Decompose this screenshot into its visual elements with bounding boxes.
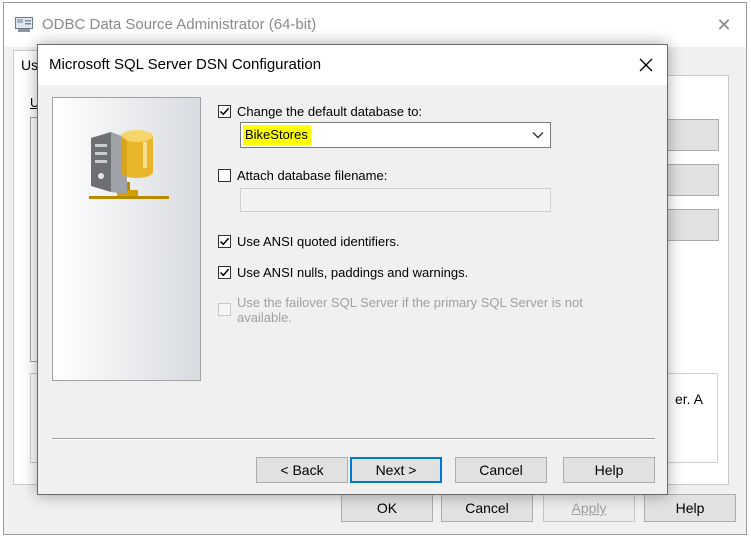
odbc-app-icon	[15, 17, 33, 32]
dialog-title: Microsoft SQL Server DSN Configuration	[49, 56, 322, 73]
ansi-nulls-option[interactable]: Use ANSI nulls, paddings and warnings.	[218, 265, 468, 280]
check-icon	[219, 107, 230, 116]
background-cancel-button[interactable]: Cancel	[441, 494, 533, 522]
sql-server-icon	[89, 130, 169, 199]
help-button[interactable]: Help	[563, 457, 655, 483]
dialog-separator	[52, 438, 655, 440]
cancel-button[interactable]: Cancel	[455, 457, 547, 483]
attach-database-filename-field	[240, 188, 551, 212]
dialog-title-bar: Microsoft SQL Server DSN Configuration	[38, 45, 667, 85]
attach-database-checkbox[interactable]	[218, 169, 231, 182]
close-icon[interactable]	[637, 56, 655, 74]
attach-database-option[interactable]: Attach database filename:	[218, 168, 387, 183]
close-icon[interactable]: ✕	[716, 16, 732, 34]
background-window-title: ODBC Data Source Administrator (64-bit)	[42, 16, 317, 33]
change-database-option[interactable]: Change the default database to:	[218, 104, 422, 119]
ansi-nulls-checkbox[interactable]	[218, 266, 231, 279]
next-button[interactable]: Next >	[350, 457, 442, 483]
ansi-quoted-label: Use ANSI quoted identifiers.	[237, 234, 400, 249]
background-configure-button[interactable]	[667, 209, 719, 241]
database-combobox-value: BikeStores	[243, 125, 311, 145]
background-remove-button[interactable]	[667, 164, 719, 196]
ansi-quoted-checkbox[interactable]	[218, 235, 231, 248]
failover-label: Use the failover SQL Server if the prima…	[237, 295, 583, 325]
apply-label: Apply	[571, 500, 607, 516]
dsn-configuration-dialog: Microsoft SQL Server DSN Configuration C…	[37, 44, 668, 495]
background-add-button[interactable]	[667, 119, 719, 151]
check-icon	[219, 237, 230, 246]
change-database-label: Change the default database to:	[237, 104, 423, 119]
wizard-side-panel	[52, 97, 201, 381]
background-description-text: er. A	[675, 391, 704, 407]
background-help-button[interactable]: Help	[644, 494, 736, 522]
change-database-checkbox[interactable]	[218, 105, 231, 118]
ansi-quoted-option[interactable]: Use ANSI quoted identifiers.	[218, 234, 400, 249]
ansi-nulls-label: Use ANSI nulls, paddings and warnings.	[237, 265, 469, 280]
apply-button[interactable]: Apply	[543, 494, 635, 522]
attach-database-label: Attach database filename:	[237, 168, 388, 183]
back-button[interactable]: < Back	[256, 457, 348, 483]
failover-checkbox	[218, 303, 231, 316]
check-icon	[219, 268, 230, 277]
database-combobox[interactable]: BikeStores	[240, 122, 551, 148]
ok-button[interactable]: OK	[341, 494, 433, 522]
chevron-down-icon[interactable]	[532, 131, 544, 139]
